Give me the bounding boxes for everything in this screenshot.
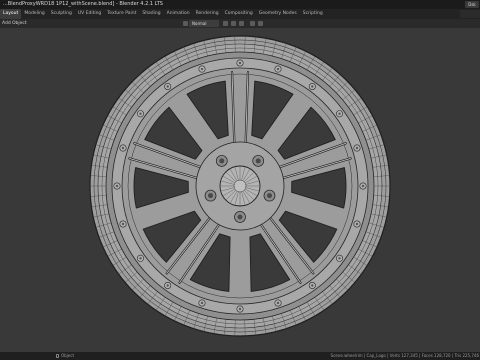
- add-menu[interactable]: Add: [2, 19, 11, 28]
- window-title-bar: ...BlendProxyWRD18 1P12_withScene.blend]…: [0, 0, 480, 9]
- tab-geometry-nodes[interactable]: Geometry Nodes: [256, 9, 300, 19]
- pivot-icon[interactable]: [223, 21, 228, 26]
- tab-sculpting[interactable]: Sculpting: [48, 9, 75, 19]
- snap-target-icon[interactable]: [239, 21, 244, 26]
- snap-icon[interactable]: [231, 21, 236, 26]
- orientation-dropdown[interactable]: Normal: [189, 20, 219, 27]
- workspace-tab-bar: Layout Modeling Sculpting UV Editing Texture…: [0, 9, 480, 19]
- wheel-model: [89, 35, 391, 337]
- window-title: ...BlendProxyWRD18 1P12_withScene.blend]…: [3, 1, 163, 7]
- viewport-header: Add Object Normal: [0, 19, 480, 28]
- tab-compositing[interactable]: Compositing: [222, 9, 256, 19]
- status-hint: Object: [61, 353, 75, 358]
- mouse-icon: [56, 354, 59, 358]
- tab-uv-editing[interactable]: UV Editing: [75, 9, 104, 19]
- user-button[interactable]: Dsk: [465, 1, 479, 8]
- tab-shading[interactable]: Shading: [139, 9, 163, 19]
- tab-animation[interactable]: Animation: [164, 9, 193, 19]
- tab-texture-paint[interactable]: Texture Paint: [104, 9, 139, 19]
- tab-modeling[interactable]: Modeling: [21, 9, 47, 19]
- scene-selector[interactable]: [460, 10, 480, 18]
- object-menu[interactable]: Object: [12, 19, 27, 28]
- 3d-viewport[interactable]: [0, 28, 480, 352]
- proportional-edit-icon[interactable]: [250, 21, 255, 26]
- status-bar: Object Scene.wheelrim | Cap_Logo | Verts…: [0, 352, 480, 360]
- falloff-icon[interactable]: [258, 21, 263, 26]
- tab-layout[interactable]: Layout: [0, 9, 22, 19]
- scene-stats: Scene.wheelrim | Cap_Logo | Verts 127,34…: [330, 353, 479, 358]
- tab-scripting[interactable]: Scripting: [300, 9, 326, 19]
- transform-orientation-icon[interactable]: [183, 21, 188, 26]
- tab-rendering[interactable]: Rendering: [193, 9, 222, 19]
